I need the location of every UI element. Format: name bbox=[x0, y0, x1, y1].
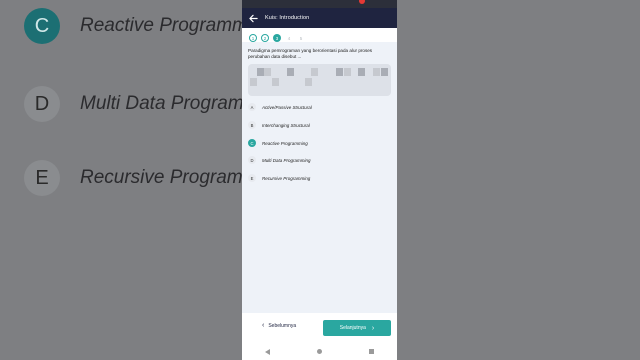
page-title: Kuis: Introduction bbox=[265, 15, 310, 21]
phone-screen: Kuis: Introduction 1 2 3 4 5 Paradigma p… bbox=[242, 0, 397, 360]
option-letter: D bbox=[248, 156, 256, 164]
question-text: Paradigma pemrograman yang berorientasi … bbox=[248, 48, 373, 59]
app-bar: Kuis: Introduction bbox=[242, 8, 397, 28]
option-letter: B bbox=[248, 121, 256, 129]
option-a[interactable]: A Active/Passive Structural bbox=[248, 103, 312, 111]
bg-option-letter: C bbox=[24, 8, 60, 44]
option-letter: C bbox=[248, 139, 256, 147]
next-button[interactable]: Selanjutnya › bbox=[323, 320, 391, 336]
previous-label: Sebelumnya bbox=[268, 322, 297, 329]
nav-recent-apps-icon[interactable] bbox=[368, 349, 374, 354]
option-label: Recursive Programming bbox=[262, 175, 311, 181]
option-b[interactable]: B Interchanging Structural bbox=[248, 121, 310, 129]
bg-option-c: C Reactive Programming bbox=[24, 8, 273, 44]
nav-back-icon[interactable] bbox=[265, 348, 271, 355]
chevron-right-icon: › bbox=[371, 324, 375, 332]
step-5[interactable]: 5 bbox=[297, 34, 305, 42]
status-bar bbox=[242, 0, 397, 8]
bg-option-letter: D bbox=[24, 86, 60, 122]
quiz-stepper: 1 2 3 4 5 bbox=[242, 28, 397, 42]
system-nav-bar bbox=[242, 343, 397, 360]
back-arrow-icon[interactable] bbox=[249, 14, 258, 23]
notification-dot-icon bbox=[359, 0, 365, 4]
option-c[interactable]: C Reactive Programming bbox=[248, 139, 308, 147]
step-1[interactable]: 1 bbox=[249, 34, 257, 42]
option-label: Interchanging Structural bbox=[262, 122, 310, 128]
previous-button[interactable]: ‹ Sebelumnya bbox=[262, 322, 296, 329]
chevron-left-icon: ‹ bbox=[262, 322, 265, 329]
option-letter: A bbox=[248, 103, 256, 111]
option-d[interactable]: D Multi Data Programming bbox=[248, 156, 311, 164]
question-image bbox=[248, 64, 391, 96]
option-label: Active/Passive Structural bbox=[262, 104, 312, 110]
option-e[interactable]: E Recursive Programming bbox=[248, 174, 310, 182]
option-label: Multi Data Programming bbox=[262, 157, 311, 163]
bg-option-letter: E bbox=[24, 160, 60, 196]
step-2[interactable]: 2 bbox=[261, 34, 269, 42]
nav-home-icon[interactable] bbox=[316, 349, 322, 354]
option-label: Reactive Programming bbox=[262, 140, 308, 146]
next-label: Selanjutnya bbox=[339, 325, 366, 331]
step-4[interactable]: 4 bbox=[285, 34, 293, 42]
quiz-content: Paradigma pemrograman yang berorientasi … bbox=[242, 42, 397, 313]
option-letter: E bbox=[248, 174, 256, 182]
step-3[interactable]: 3 bbox=[273, 34, 281, 42]
quiz-footer: ‹ Sebelumnya Selanjutnya › bbox=[242, 313, 397, 343]
